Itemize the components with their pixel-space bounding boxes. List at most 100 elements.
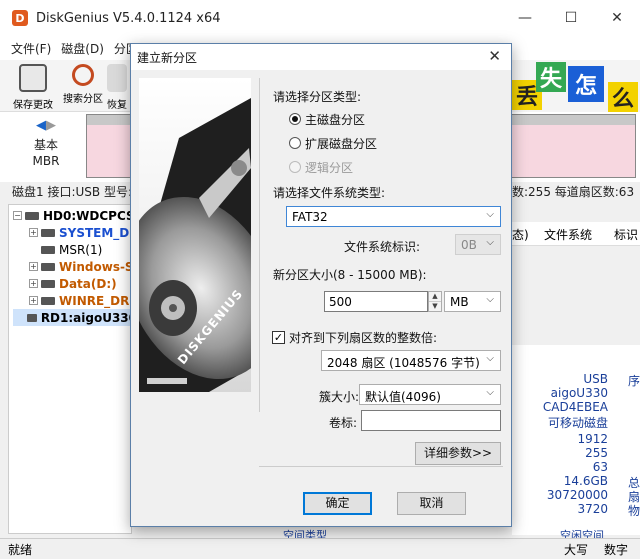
tree-item-hd0[interactable]: − HD0:WDCPCS bbox=[13, 207, 131, 224]
spin-down-icon[interactable]: ▼ bbox=[429, 301, 441, 310]
recover-label: 恢复 bbox=[107, 100, 127, 110]
prop-label: 序 bbox=[627, 374, 640, 388]
chevron-down-icon: ⌵ bbox=[486, 294, 494, 305]
ad-char-2: 失 bbox=[536, 62, 566, 92]
volume-label-input[interactable] bbox=[361, 410, 501, 431]
disk-type-label: 基本 MBR bbox=[32, 138, 60, 168]
ok-button[interactable]: 确定 bbox=[303, 492, 372, 515]
harddrive-illustration: DISKGENIUS bbox=[139, 78, 251, 392]
partition-icon bbox=[41, 296, 55, 305]
radio-primary-label[interactable]: 主磁盘分区 bbox=[305, 111, 365, 128]
maximize-button[interactable]: ☐ bbox=[548, 0, 594, 36]
expand-icon[interactable]: + bbox=[29, 262, 38, 271]
save-changes-button[interactable]: 保存更改 bbox=[8, 62, 58, 111]
ad-char-3: 怎 bbox=[568, 66, 604, 102]
radio-extended-label[interactable]: 扩展磁盘分区 bbox=[305, 135, 377, 152]
radio-extended[interactable] bbox=[289, 137, 301, 149]
spin-up-icon[interactable]: ▲ bbox=[429, 292, 441, 301]
disk-info-left: 磁盘1 接口:USB 型号:a bbox=[12, 185, 140, 199]
cluster-size-select[interactable]: 默认值(4096) ⌵ bbox=[359, 384, 501, 405]
harddisk-icon bbox=[25, 211, 39, 220]
partition-icon bbox=[41, 245, 55, 254]
recover-icon bbox=[107, 64, 127, 92]
search-partition-button[interactable]: 搜索分区 bbox=[58, 62, 108, 110]
prop-value: 255 bbox=[585, 446, 608, 460]
menu-disk[interactable]: 磁盘(D) bbox=[56, 40, 109, 57]
tree-item-rd1[interactable]: RD1:aigoU330 bbox=[13, 309, 131, 326]
prop-value: 30720000 bbox=[546, 488, 608, 502]
fs-id-select[interactable]: 0B ⌵ bbox=[455, 234, 501, 255]
details-button[interactable]: 详细参数>> bbox=[415, 442, 501, 465]
volume-label: 卷标: bbox=[329, 416, 358, 430]
caps-indicator: 大写 bbox=[564, 543, 589, 557]
size-label: 新分区大小(8 - 15000 MB): bbox=[273, 268, 427, 282]
align-select[interactable]: 2048 扇区 (1048576 字节) ⌵ bbox=[321, 350, 501, 371]
size-spinner[interactable]: ▲ ▼ bbox=[428, 291, 442, 312]
partition-table-header: 态) 文件系统 标识 bbox=[512, 222, 640, 246]
search-partition-label: 搜索分区 bbox=[63, 94, 103, 105]
menu-file[interactable]: 文件(F) bbox=[6, 40, 56, 57]
cancel-button[interactable]: 取消 bbox=[397, 492, 466, 515]
align-checkbox[interactable]: ✓ bbox=[272, 331, 285, 344]
col-id[interactable]: 标识 bbox=[614, 226, 638, 243]
app-logo-icon: D bbox=[12, 10, 28, 26]
expand-icon[interactable]: + bbox=[29, 228, 38, 237]
disk-info-right: 数:255 每道扇区数:63 bbox=[512, 185, 635, 199]
prop-value: 可移动磁盘 bbox=[547, 416, 608, 430]
prop-value: USB bbox=[583, 372, 608, 386]
save-disk-icon bbox=[19, 64, 47, 92]
ad-char-4: 么 bbox=[608, 82, 638, 112]
partition-type-label: 请选择分区类型: bbox=[273, 90, 362, 104]
tree-item-msr[interactable]: MSR(1) bbox=[41, 241, 102, 258]
partition-size-input[interactable]: 500 bbox=[324, 291, 428, 312]
prop-value: aigoU330 bbox=[550, 386, 608, 400]
status-text: 就绪 bbox=[8, 543, 33, 557]
status-bar: 就绪 大写 数字 bbox=[0, 538, 640, 559]
partition-icon bbox=[41, 262, 55, 271]
prop-label: 物 bbox=[627, 504, 640, 518]
expand-icon[interactable]: + bbox=[29, 296, 38, 305]
disk-properties-panel: USB aigoU330 CAD4EBEA 可移动磁盘 1912 255 63 … bbox=[512, 345, 640, 535]
ad-banner[interactable]: 丢 失 怎 么 bbox=[508, 60, 640, 112]
prop-value: 63 bbox=[592, 460, 608, 474]
prop-value: 14.6GB bbox=[563, 474, 608, 488]
prop-value: 1912 bbox=[577, 432, 608, 446]
radio-logical[interactable] bbox=[289, 161, 301, 173]
next-disk-icon[interactable]: ▶ bbox=[46, 118, 56, 133]
align-label[interactable]: 对齐到下列扇区数的整数倍: bbox=[289, 329, 437, 346]
collapse-icon[interactable]: − bbox=[13, 211, 22, 220]
magnifier-icon bbox=[72, 64, 94, 86]
fs-type-select[interactable]: FAT32 ⌵ bbox=[286, 206, 501, 227]
prev-disk-icon[interactable]: ◀ bbox=[36, 118, 46, 133]
tree-item-data[interactable]: + Data(D:) bbox=[29, 275, 117, 292]
col-status[interactable]: 态) bbox=[512, 226, 529, 243]
prop-value: 3720 bbox=[577, 502, 608, 516]
size-unit-select[interactable]: MB ⌵ bbox=[444, 291, 501, 312]
radio-primary[interactable] bbox=[289, 113, 301, 125]
fs-type-label: 请选择文件系统类型: bbox=[273, 186, 386, 200]
dialog-title-bar: 建立新分区 ✕ bbox=[131, 44, 511, 70]
dialog-title: 建立新分区 bbox=[137, 51, 198, 65]
radio-logical-label[interactable]: 逻辑分区 bbox=[305, 159, 353, 176]
fs-id-label: 文件系统标识: bbox=[344, 240, 421, 254]
chevron-down-icon: ⌵ bbox=[486, 353, 494, 364]
dialog-close-button[interactable]: ✕ bbox=[488, 47, 501, 65]
chevron-down-icon: ⌵ bbox=[486, 209, 494, 220]
tree-item-winre[interactable]: + WINRE_DR bbox=[29, 292, 129, 309]
minimize-button[interactable]: — bbox=[502, 0, 548, 36]
chevron-down-icon: ⌵ bbox=[486, 387, 494, 398]
save-changes-label: 保存更改 bbox=[13, 100, 53, 111]
usb-disk-icon bbox=[27, 313, 37, 322]
expand-icon[interactable]: + bbox=[29, 279, 38, 288]
close-button[interactable]: ✕ bbox=[594, 0, 640, 36]
tree-item-windows[interactable]: + Windows-S bbox=[29, 258, 131, 275]
disk-tree: − HD0:WDCPCS + SYSTEM_DI MSR(1) + Windows-S… bbox=[8, 204, 132, 534]
partition-icon bbox=[41, 279, 55, 288]
main-title-bar: D DiskGenius V5.4.0.1124 x64 — ☐ ✕ bbox=[0, 0, 640, 36]
recover-button[interactable]: 恢复 bbox=[104, 62, 130, 110]
col-filesystem[interactable]: 文件系统 bbox=[544, 226, 592, 243]
chevron-down-icon: ⌵ bbox=[486, 237, 494, 248]
disk-nav-arrows[interactable]: ◀▶ bbox=[36, 118, 56, 133]
cluster-label: 簇大小: bbox=[319, 390, 360, 404]
tree-item-system[interactable]: + SYSTEM_DI bbox=[29, 224, 131, 241]
